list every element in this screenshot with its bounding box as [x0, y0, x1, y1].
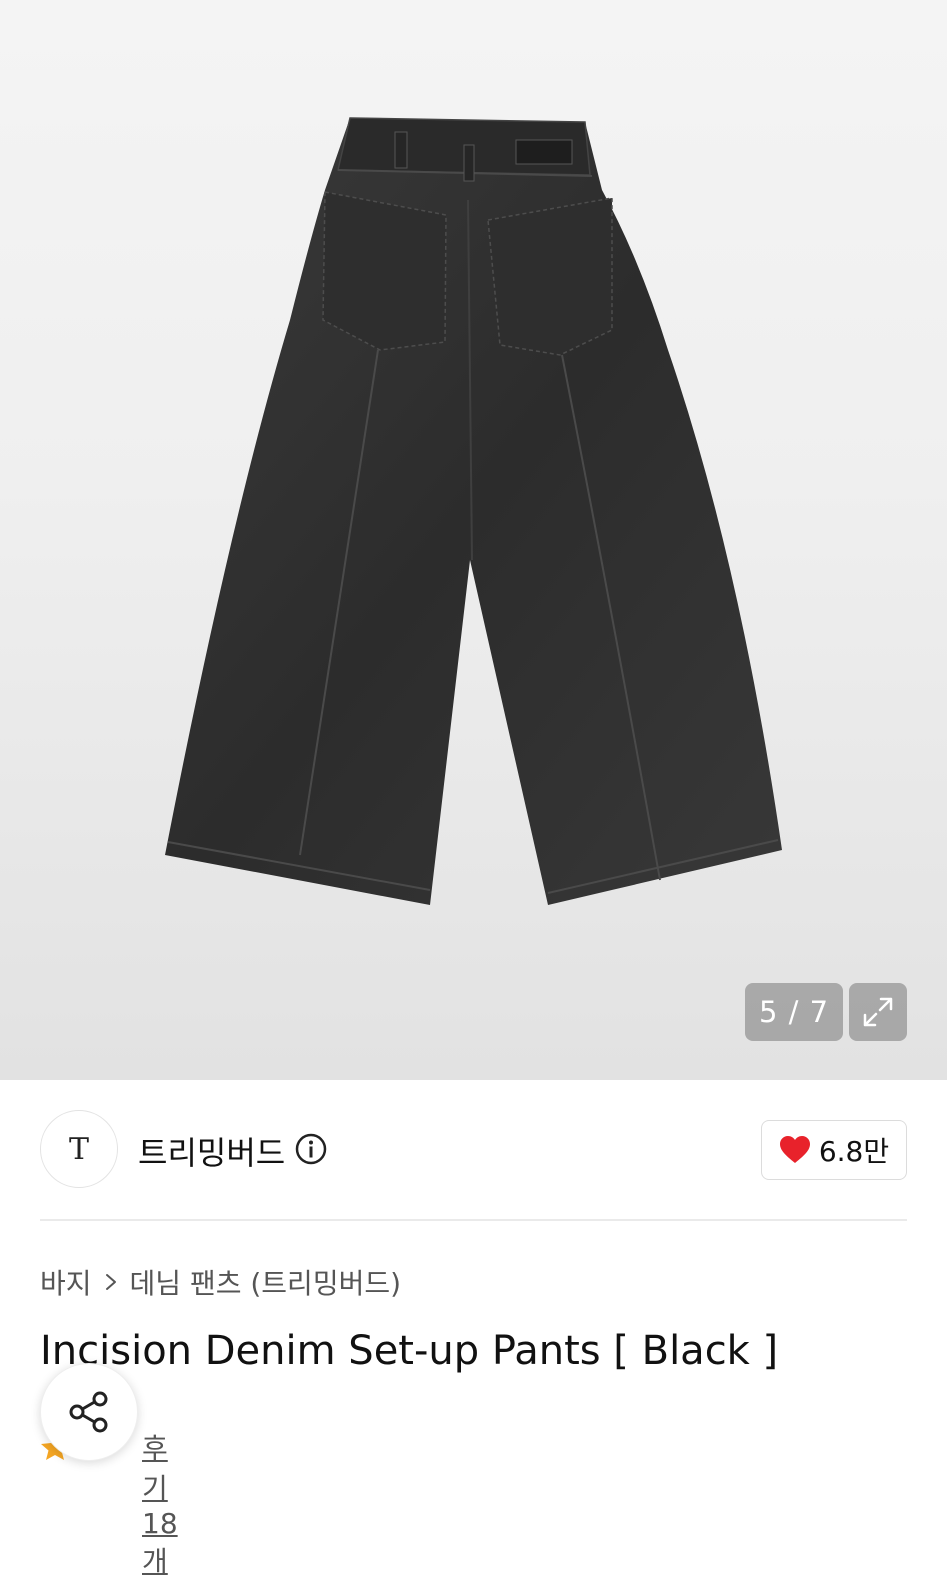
info-icon[interactable] [294, 1132, 328, 1166]
heart-icon [779, 1136, 810, 1163]
brand-name[interactable]: 트리밍버드 [138, 1128, 285, 1174]
fullscreen-button[interactable] [849, 983, 907, 1041]
image-counter: 5 / 7 [745, 983, 843, 1041]
image-counter-text: 5 / 7 [758, 995, 830, 1029]
product-image[interactable] [0, 0, 947, 1080]
breadcrumb: 바지 데님 팬츠 (트리밍버드) [40, 1262, 401, 1302]
product-title: Incision Denim Set-up Pants [ Black ] [40, 1328, 779, 1374]
expand-icon [863, 997, 893, 1027]
reviews-link[interactable]: 후기 18개 [142, 1427, 178, 1580]
brand-logo-text: T [68, 1131, 89, 1167]
share-icon [69, 1391, 108, 1433]
chevron-right-icon [105, 1274, 116, 1290]
product-image-gallery[interactable]: 5 / 7 [0, 0, 947, 1080]
breadcrumb-category[interactable]: 바지 [40, 1262, 92, 1302]
divider [40, 1219, 907, 1221]
like-count: 6.8만 [818, 1135, 890, 1168]
brand-row: T 트리밍버드 6.8만 [40, 1110, 907, 1190]
breadcrumb-subcategory[interactable]: 데님 팬츠 (트리밍버드) [130, 1262, 402, 1302]
share-button[interactable] [40, 1363, 138, 1461]
like-button[interactable]: 6.8만 [761, 1120, 907, 1180]
brand-logo[interactable]: T [40, 1110, 118, 1188]
